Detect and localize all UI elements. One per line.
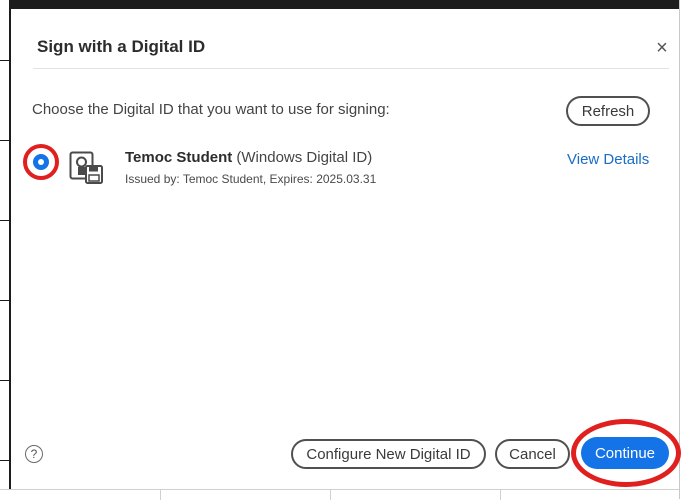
configure-new-digital-id-button[interactable]: Configure New Digital ID [291, 439, 486, 469]
digital-id-name: Temoc Student [125, 149, 233, 166]
title-divider [33, 68, 669, 69]
background-right-edge [679, 0, 684, 499]
view-details-link[interactable]: View Details [567, 151, 649, 168]
dialog-title: Sign with a Digital ID [37, 37, 206, 56]
digital-id-title: Temoc Student (Windows Digital ID) [125, 149, 372, 166]
background-grid-strip [0, 489, 684, 500]
background-app-edge [0, 0, 11, 499]
digital-id-certificate-icon [69, 151, 105, 185]
help-icon[interactable]: ? [25, 445, 43, 463]
digital-id-radio[interactable] [33, 154, 49, 170]
sign-digital-id-dialog: Sign with a Digital ID × Choose the Digi… [11, 9, 681, 489]
refresh-button[interactable]: Refresh [566, 96, 650, 126]
digital-id-type: (Windows Digital ID) [236, 149, 373, 166]
background-app-strip [0, 0, 684, 9]
close-icon[interactable]: × [653, 38, 671, 58]
continue-button[interactable]: Continue [581, 437, 669, 469]
instruction-text: Choose the Digital ID that you want to u… [32, 101, 390, 118]
cancel-button[interactable]: Cancel [495, 439, 570, 469]
digital-id-details: Issued by: Temoc Student, Expires: 2025.… [125, 172, 377, 186]
